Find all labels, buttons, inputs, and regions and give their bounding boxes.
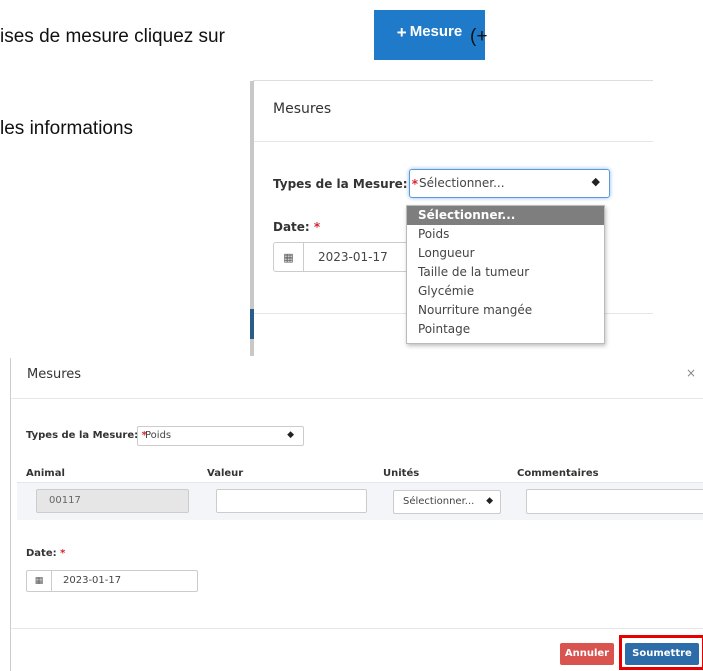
date-label-text: Date: <box>273 220 310 234</box>
type-label-text: Types de la Mesure: <box>273 177 408 191</box>
type-select-value: Sélectionner... <box>419 176 505 190</box>
date-label: Date: * <box>26 548 65 559</box>
dropdown-option[interactable]: Glycémie <box>407 282 604 301</box>
date-label: Date: * <box>273 220 320 234</box>
dropdown-option[interactable]: Longueur <box>407 244 604 263</box>
valeur-input[interactable] <box>216 489 367 513</box>
dropdown-option[interactable]: Pointage <box>407 320 604 339</box>
date-field[interactable]: ▦ 2023-01-17 <box>26 570 198 592</box>
close-icon[interactable]: × <box>686 366 696 380</box>
select-caret-icon: ◆ <box>591 175 600 188</box>
divider <box>11 628 703 629</box>
unites-select-value: Sélectionner... <box>403 496 475 507</box>
type-label: Types de la Mesure: * <box>273 177 418 191</box>
type-dropdown-list: Sélectionner... Poids Longueur Taille de… <box>406 205 605 344</box>
doc-text-line2: les informations <box>0 118 134 139</box>
date-field[interactable]: ▦ 2023-01-17 <box>273 242 413 272</box>
calendar-icon[interactable]: ▦ <box>274 243 304 271</box>
type-select-value: Poids <box>145 430 172 441</box>
unites-select[interactable]: Sélectionner... ◆ <box>393 490 501 514</box>
add-mesure-label: Mesure <box>409 23 463 40</box>
column-header-commentaires: Commentaires <box>517 468 599 479</box>
select-caret-icon: ◆ <box>287 430 294 440</box>
dropdown-option[interactable]: Sélectionner... <box>407 206 604 225</box>
modal-title: Mesures <box>273 101 332 117</box>
dropdown-option[interactable]: Nourriture mangée <box>407 301 604 320</box>
dropdown-option[interactable]: Poids <box>407 225 604 244</box>
column-header-unites: Unités <box>383 468 420 479</box>
mesures-modal: Mesures × Types de la Mesure: * Poids ◆ … <box>10 358 703 671</box>
date-label-text: Date: <box>26 548 57 559</box>
cancel-button[interactable]: Annuler <box>560 643 614 665</box>
calendar-icon[interactable]: ▦ <box>27 571 52 591</box>
type-select[interactable]: Poids ◆ <box>137 426 304 446</box>
submit-button[interactable]: Soumettre <box>625 643 699 665</box>
select-caret-icon: ◆ <box>486 496 493 506</box>
column-header-valeur: Valeur <box>207 468 244 479</box>
doc-text-line1: ises de mesure cliquez sur <box>0 26 225 47</box>
required-mark: * <box>60 548 66 559</box>
column-header-animal: Animal <box>26 468 65 479</box>
divider <box>254 141 653 142</box>
plus-icon: + <box>396 23 407 42</box>
add-mesure-button[interactable]: + Mesure <box>374 10 485 60</box>
modal-title: Mesures <box>27 367 82 382</box>
doc-text-line1-end: (+ <box>470 26 488 47</box>
type-select[interactable]: Sélectionner... ◆ <box>409 169 610 198</box>
date-value: 2023-01-17 <box>63 575 122 586</box>
type-label: Types de la Mesure: * <box>26 430 147 441</box>
animal-field: 00117 <box>36 489 189 513</box>
dropdown-option[interactable]: Taille de la tumeur <box>407 263 604 282</box>
date-value: 2023-01-17 <box>318 250 388 264</box>
commentaires-input[interactable] <box>526 489 703 514</box>
divider <box>11 398 703 399</box>
required-mark: * <box>313 220 321 234</box>
type-label-text: Types de la Mesure: <box>26 430 139 441</box>
